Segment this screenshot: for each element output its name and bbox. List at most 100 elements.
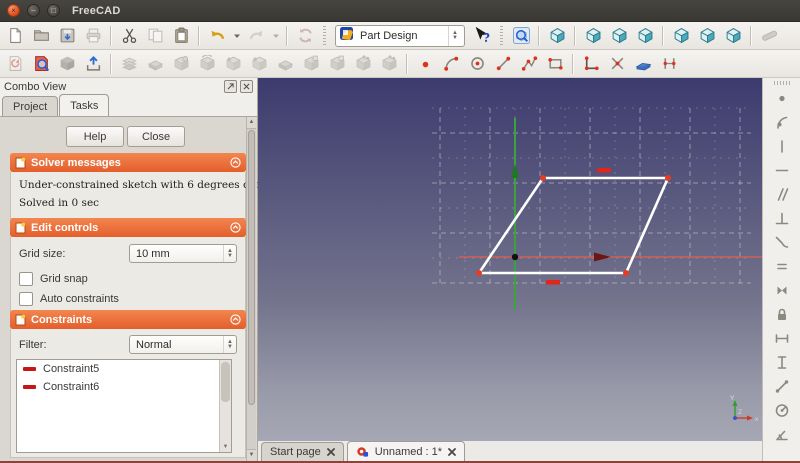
spinner-arrows-icon[interactable]: ▲ ▼ (223, 336, 236, 353)
save-document-button[interactable] (55, 24, 79, 48)
collapse-icon[interactable] (230, 314, 241, 325)
constraint-list-item[interactable]: Constraint6 (17, 378, 231, 396)
bottom-view-button[interactable] (695, 24, 719, 48)
collapse-icon[interactable] (230, 222, 241, 233)
constrain-point-on-object-button[interactable] (770, 114, 794, 134)
fit-all-button[interactable] (509, 24, 533, 48)
window-maximize-button[interactable]: □ (47, 4, 60, 17)
tab-close-icon[interactable] (326, 448, 335, 456)
tab-close-icon[interactable] (448, 447, 456, 456)
sketch-circle-button[interactable] (465, 52, 489, 76)
constrain-distance-button[interactable] (770, 378, 794, 398)
panel-scrollbar[interactable]: ▲ ▼ (246, 117, 256, 461)
right-view-button[interactable] (633, 24, 657, 48)
import-button[interactable] (81, 52, 105, 76)
top-view-button[interactable] (607, 24, 631, 48)
axonometric-view-icon (549, 27, 566, 44)
grid-snap-checkbox[interactable]: Grid snap (19, 272, 88, 286)
rear-view-button[interactable] (669, 24, 693, 48)
sketch-vertex[interactable] (540, 175, 546, 181)
sketch-external-geometry-button[interactable] (631, 52, 655, 76)
constraint-filter-select[interactable]: Normal ▲ ▼ (129, 335, 237, 354)
undo-button[interactable] (205, 24, 229, 48)
left-view-button[interactable] (721, 24, 745, 48)
sketch-trim-button[interactable] (605, 52, 629, 76)
scrollbar-thumb[interactable] (248, 130, 255, 405)
scroll-up-icon[interactable]: ▲ (247, 117, 256, 129)
auto-constraints-checkbox[interactable]: Auto constraints (19, 292, 119, 306)
edit-sketch-button[interactable] (29, 52, 53, 76)
constrain-horizontal-distance-button[interactable] (770, 330, 794, 350)
window-close-button[interactable]: × (7, 4, 20, 17)
document-tab-start-page[interactable]: Start page (261, 442, 344, 461)
undo-history-button[interactable] (231, 24, 242, 48)
constrain-radius-button[interactable] (770, 402, 794, 422)
sketch-vertex[interactable] (476, 270, 482, 276)
x-axis-arrow-icon (594, 252, 611, 262)
constrain-lock-button[interactable] (770, 306, 794, 326)
constrain-angle-button[interactable] (770, 426, 794, 446)
toolbar-grip[interactable] (323, 25, 326, 46)
constrain-perpendicular-icon (774, 210, 790, 230)
solver-messages-header[interactable]: Solver messages (10, 153, 246, 172)
checkbox-icon[interactable] (19, 292, 33, 306)
constrain-coincident-button[interactable] (770, 90, 794, 110)
origin-point[interactable] (511, 253, 519, 261)
document-tab-unnamed[interactable]: Unnamed : 1* (346, 441, 466, 461)
freecad-logo-icon (339, 26, 355, 45)
constraints-header[interactable]: Constraints (10, 310, 246, 329)
horizontal-constraint-marker-bottom[interactable] (546, 280, 560, 285)
axonometric-view-button[interactable] (545, 24, 569, 48)
checkbox-icon[interactable] (19, 272, 33, 286)
whats-this-button[interactable]: ? (470, 24, 494, 48)
cut-button[interactable] (117, 24, 141, 48)
toolbar-separator (286, 25, 288, 46)
sketch-vertex[interactable] (665, 175, 671, 181)
constrain-perpendicular-button[interactable] (770, 210, 794, 230)
sketch-line-button[interactable] (491, 52, 515, 76)
open-document-button[interactable] (29, 24, 53, 48)
horizontal-constraint-icon (23, 385, 36, 389)
constrain-vertical-button[interactable] (770, 138, 794, 158)
sketch-vertex[interactable] (623, 270, 629, 276)
panel-float-icon[interactable] (224, 80, 237, 93)
toolbar-grip[interactable] (500, 25, 503, 46)
scroll-down-icon[interactable]: ▼ (247, 449, 256, 461)
constrain-parallel-button[interactable] (770, 186, 794, 206)
window-minimize-button[interactable]: – (27, 4, 40, 17)
paste-button[interactable] (169, 24, 193, 48)
sketch-fillet-button[interactable] (579, 52, 603, 76)
constrain-symmetric-button[interactable] (770, 282, 794, 302)
sketch-point-button[interactable] (413, 52, 437, 76)
spinner-arrows-icon[interactable]: ▲ ▼ (448, 25, 461, 46)
y-axis-arrow-icon (511, 164, 519, 178)
sketch-symmetry-button[interactable] (657, 52, 681, 76)
collapse-icon[interactable] (230, 157, 241, 168)
scaled-feature-icon (381, 55, 398, 72)
workbench-selector[interactable]: Part Design ▲ ▼ (335, 24, 465, 47)
panel-close-icon[interactable] (240, 80, 253, 93)
constrain-vertical-distance-button[interactable] (770, 354, 794, 374)
close-button[interactable]: Close (127, 126, 185, 147)
horizontal-constraint-marker-top[interactable] (597, 168, 611, 173)
sketch-polyline-button[interactable] (517, 52, 541, 76)
edit-controls-header[interactable]: Edit controls (10, 218, 246, 237)
tab-tasks[interactable]: Tasks (59, 94, 110, 116)
sketch-arc-button[interactable] (439, 52, 463, 76)
grid-size-select[interactable]: 10 mm ▲ ▼ (129, 244, 237, 263)
help-button[interactable]: Help (66, 126, 124, 147)
3d-viewport[interactable]: Y x Z (258, 78, 762, 441)
constraint-list-item[interactable]: Constraint5 (17, 360, 231, 378)
constrain-tangent-button[interactable] (770, 234, 794, 254)
tab-project[interactable]: Project (2, 96, 59, 116)
toolbar-grip[interactable] (773, 81, 790, 85)
scroll-down-icon[interactable]: ▼ (220, 443, 231, 452)
list-scrollbar[interactable]: ▲ ▼ (219, 360, 231, 452)
constrain-equal-button[interactable] (770, 258, 794, 278)
spinner-arrows-icon[interactable]: ▲ ▼ (223, 245, 236, 262)
front-view-button[interactable] (581, 24, 605, 48)
new-document-button[interactable] (3, 24, 27, 48)
sketch-rectangle-button[interactable] (543, 52, 567, 76)
open-document-icon (33, 27, 50, 44)
constrain-horizontal-button[interactable] (770, 162, 794, 182)
